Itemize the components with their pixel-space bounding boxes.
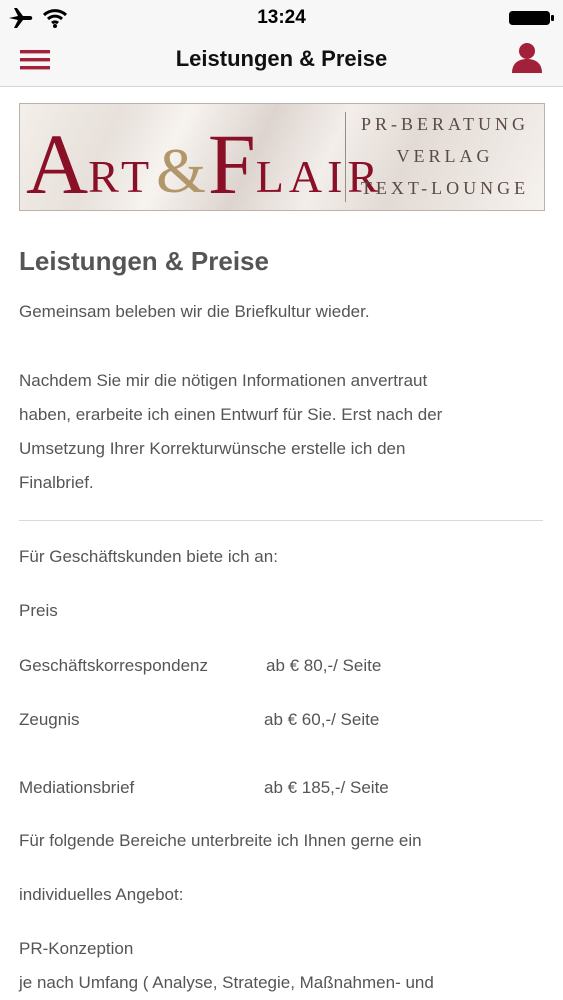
intro-text: Gemeinsam beleben wir die Briefkultur wi…	[19, 302, 370, 321]
status-bar: 13:24	[0, 0, 563, 36]
paragraph-line-1: Nachdem Sie mir die nötigen Informatione…	[19, 371, 428, 390]
banner-divider	[345, 112, 346, 202]
user-icon[interactable]	[509, 40, 545, 76]
banner-line-verlag: VERLAG	[396, 146, 494, 166]
banner-line-text-lounge: TEXT-LOUNGE	[360, 178, 530, 198]
banner-line-pr: PR-BERATUNG	[360, 114, 529, 134]
price-value-mediationsbrief: ab € 185,-/ Seite	[264, 778, 389, 797]
price-header: Preis	[19, 601, 58, 620]
price-value-korrespondenz: ab € 80,-/ Seite	[266, 656, 382, 675]
price-label-korrespondenz: Geschäftskorrespondenz	[19, 656, 208, 675]
brand-banner: A RT & F LAIR PR-BERATUNG VERLAG TEXT-LOUNGE	[19, 103, 545, 211]
paragraph-line-2: haben, erarbeite ich einen Entwurf für S…	[19, 405, 443, 424]
price-value-zeugnis: ab € 60,-/ Seite	[264, 710, 380, 729]
brand-logo: A RT & F LAIR	[26, 116, 384, 211]
status-time: 13:24	[257, 7, 306, 28]
price-label-zeugnis: Zeugnis	[19, 710, 80, 729]
page-title: Leistungen & Preise	[175, 46, 388, 71]
offer-text-line-1: Für folgende Bereiche unterbreite ich Ih…	[19, 831, 422, 850]
paragraph-line-3: Umsetzung Ihrer Korrekturwünsche erstell…	[19, 439, 406, 458]
battery-icon	[509, 11, 554, 25]
paragraph-line-4: Finalbrief.	[19, 473, 94, 492]
section-divider	[19, 520, 543, 521]
pr-konzeption-desc: je nach Umfang ( Analyse, Strategie, Maß…	[19, 973, 434, 992]
content-heading: Leistungen & Preise	[19, 246, 269, 276]
business-intro: Für Geschäftskunden biete ich an:	[19, 547, 278, 566]
price-label-mediationsbrief: Mediationsbrief	[19, 778, 135, 797]
pr-konzeption-title: PR-Konzeption	[19, 939, 134, 958]
nav-bar: Leistungen & Preise	[0, 36, 563, 87]
offer-text-line-2: individuelles Angebot:	[19, 885, 184, 904]
